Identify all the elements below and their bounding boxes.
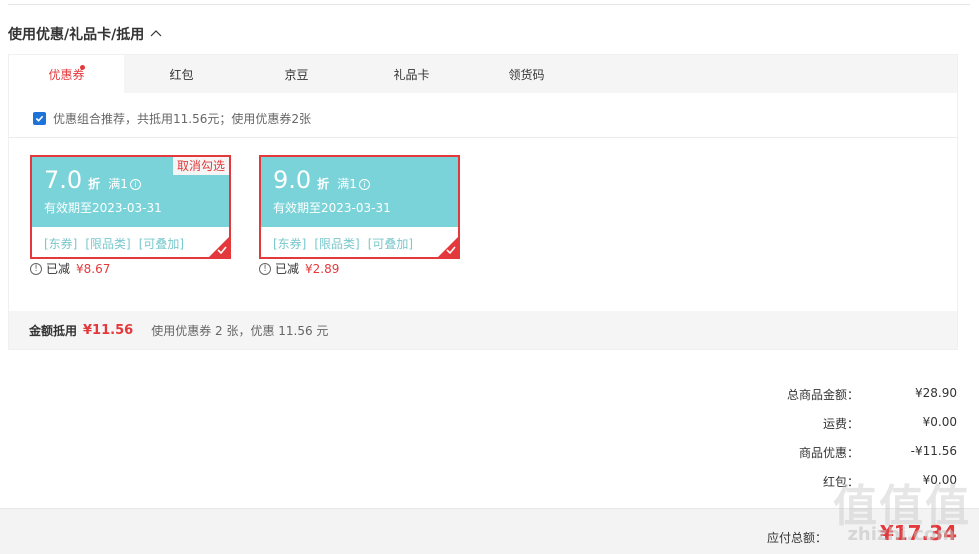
recommend-checkbox[interactable] [33, 112, 46, 125]
coupon-tag: [东券] [44, 237, 78, 251]
panel-divider [9, 137, 957, 138]
tab-gift-card[interactable]: 礼品卡 [354, 55, 469, 93]
summary-label: 金额抵用 [29, 323, 78, 338]
recommend-combo: 优惠组合推荐，共抵用11.56元；使用优惠券2张 [33, 110, 311, 127]
saved-amount: ¥8.67 [76, 261, 111, 276]
price-row-discount: 商品优惠： -¥11.56 [798, 444, 957, 460]
coupon-condition: 满1 [108, 177, 128, 191]
coupon-unit: 折 [317, 177, 330, 191]
tab-red-packet[interactable]: 红包 [124, 55, 239, 93]
price-row-shipping: 运费： ¥0.00 [822, 415, 957, 431]
chevron-up-icon [150, 30, 162, 37]
discount-panel: 优惠券 红包 京豆 礼品卡 领货码 优惠组合推荐，共抵用11.56元；使用优惠券… [8, 54, 958, 350]
coupon-value: 9.0 [273, 166, 312, 194]
discount-section-toggle[interactable]: 使用优惠/礼品卡/抵用 [8, 24, 162, 44]
payable-label: 应付总额： [766, 531, 827, 545]
info-icon[interactable]: i [129, 179, 141, 190]
coupon-expiry: 有效期至2023-03-31 [44, 201, 162, 215]
coupon-card[interactable]: 9.0 折满1 i 有效期至2023-03-31 [东券] [限品类] [可叠加] [259, 155, 460, 259]
coupon-header: 9.0 折满1 i 有效期至2023-03-31 [261, 157, 458, 227]
watermark-site: zhizhi.com [847, 524, 955, 545]
price-row-total: 总商品金额： ¥28.90 [786, 386, 957, 402]
check-icon [35, 115, 44, 122]
tab-pickup-code[interactable]: 领货码 [469, 55, 584, 93]
coupon-tags: [东券] [限品类] [可叠加] [273, 235, 413, 252]
cancel-select-button[interactable]: 取消勾选 [172, 157, 229, 175]
saved-amount: ¥2.89 [305, 261, 340, 276]
section-title: 使用优惠/礼品卡/抵用 [8, 27, 145, 43]
coupon-expiry: 有效期至2023-03-31 [273, 201, 391, 215]
alert-circle-icon: ! [259, 262, 271, 275]
coupon-saved: ! 已减 ¥2.89 [259, 260, 339, 277]
notification-dot [80, 65, 85, 70]
coupon-tag: [可叠加] [138, 237, 185, 251]
coupon-saved: ! 已减 ¥8.67 [30, 260, 110, 277]
top-divider [8, 4, 970, 5]
coupon-card[interactable]: 7.0 折满1 i 有效期至2023-03-31 取消勾选 [东券] [限品类] [… [30, 155, 231, 259]
coupon-value: 7.0 [44, 166, 83, 194]
coupon-unit: 折 [88, 177, 101, 191]
summary-desc: 使用优惠券 2 张，优惠 11.56 元 [151, 323, 329, 338]
discount-tabs: 优惠券 红包 京豆 礼品卡 领货码 [9, 55, 957, 93]
coupon-tag: [限品类] [314, 237, 360, 251]
coupon-condition: 满1 [337, 177, 357, 191]
check-icon [217, 246, 227, 255]
recommend-text: 优惠组合推荐，共抵用11.56元；使用优惠券2张 [53, 112, 311, 126]
tab-jd-beans[interactable]: 京豆 [239, 55, 354, 93]
coupon-tag: [东券] [273, 237, 307, 251]
alert-circle-icon: ! [30, 262, 42, 275]
check-icon [446, 246, 456, 255]
info-icon[interactable]: i [358, 179, 370, 190]
tab-coupon[interactable]: 优惠券 [9, 55, 124, 93]
coupon-tag: [限品类] [85, 237, 131, 251]
summary-amount: ¥11.56 [83, 322, 134, 338]
discount-summary: 金额抵用 ¥11.56 使用优惠券 2 张，优惠 11.56 元 [9, 311, 957, 349]
coupon-tags: [东券] [限品类] [可叠加] [44, 235, 184, 252]
coupon-tag: [可叠加] [367, 237, 414, 251]
